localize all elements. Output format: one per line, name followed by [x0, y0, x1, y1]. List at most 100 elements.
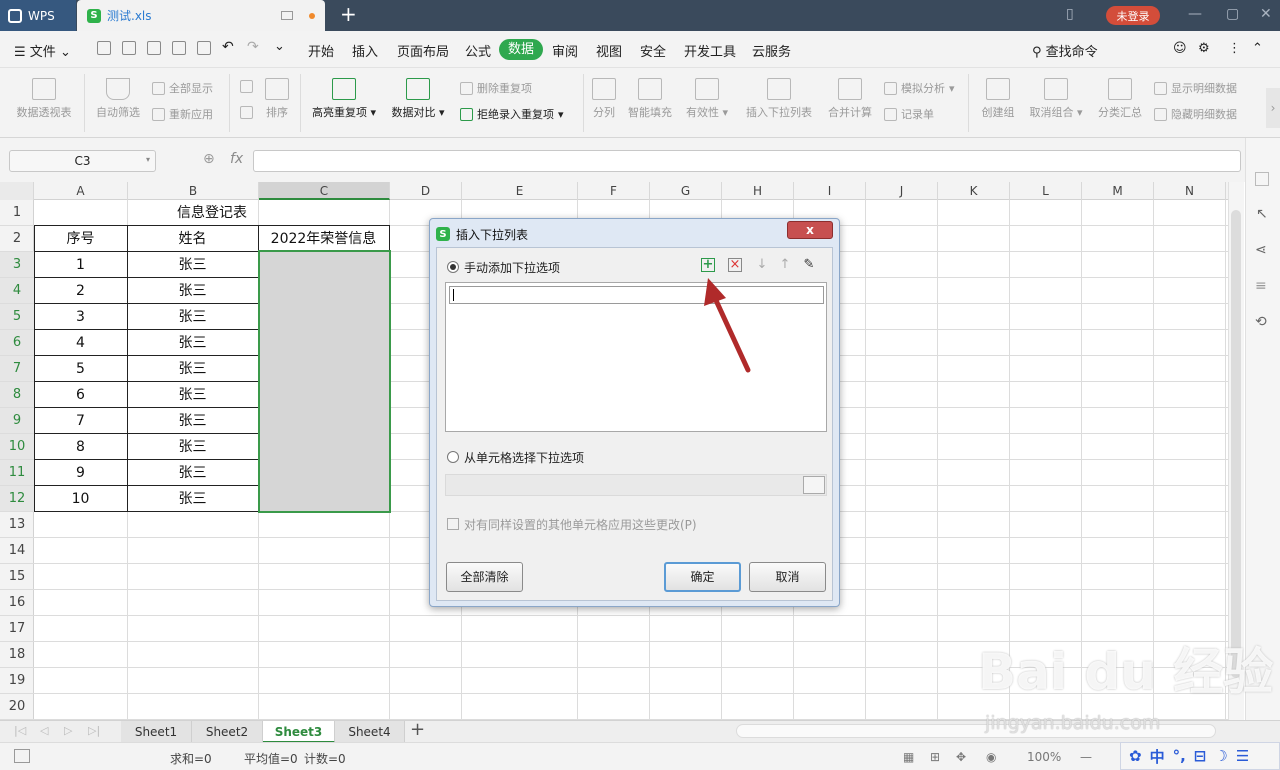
page-break-view-icon[interactable]: ⊞ [930, 750, 940, 764]
header-cell[interactable]: 2022年荣誉信息 [258, 226, 389, 252]
edit-item-icon[interactable]: ✎ [801, 257, 817, 273]
column-header-cell[interactable]: B [128, 182, 259, 200]
row-header-cell[interactable]: 2 [0, 226, 34, 252]
export-pdf-icon[interactable] [147, 41, 161, 55]
smart-fill-button[interactable]: 智能填充 [624, 78, 676, 120]
table-cell[interactable]: 3 [34, 304, 127, 330]
subtotal-button[interactable]: 分类汇总 [1094, 78, 1146, 120]
skin-icon[interactable]: ☰ [1236, 747, 1249, 765]
insert-dropdown-button[interactable]: 插入下拉列表 [740, 78, 818, 120]
table-cell[interactable]: 张三 [127, 278, 258, 304]
freeze-pane-icon[interactable]: ✥ [956, 750, 966, 764]
menu-review[interactable]: 审阅 [552, 41, 578, 60]
sheet-tab-sheet4[interactable]: Sheet4 [335, 721, 405, 743]
manual-option-label[interactable]: 手动添加下拉选项 [464, 259, 560, 276]
format-icon[interactable]: ≡ [1255, 278, 1267, 294]
row-header-cell[interactable]: 4 [0, 278, 34, 304]
table-cell[interactable]: 6 [34, 382, 127, 408]
sheet-tab-sheet1[interactable]: Sheet1 [121, 721, 192, 743]
search-command[interactable]: ⚲ 查找命令 [1032, 41, 1098, 60]
column-header-cell[interactable]: E [462, 182, 578, 200]
normal-view-icon[interactable]: ▦ [903, 750, 914, 764]
clear-all-button[interactable]: 全部清除 [446, 562, 523, 592]
table-cell[interactable]: 9 [34, 460, 127, 486]
highlight-duplicates-button[interactable]: 高亮重复项 ▾ [308, 78, 380, 120]
auto-filter-button[interactable]: 自动筛选 [92, 78, 144, 120]
menu-start[interactable]: 开始 [308, 41, 334, 60]
split-column-button[interactable]: 分列 [590, 78, 618, 120]
row-header-cell[interactable]: 19 [0, 668, 34, 694]
undo-icon[interactable]: ↶ [222, 39, 234, 55]
row-header-cell[interactable]: 13 [0, 512, 34, 538]
row-header-cell[interactable]: 18 [0, 642, 34, 668]
header-cell[interactable]: 序号 [34, 226, 127, 252]
row-header-cell[interactable]: 7 [0, 356, 34, 382]
simulate-analysis-button[interactable]: 模拟分析 ▾ [884, 80, 955, 96]
select-pointer-icon[interactable]: ↖ [1256, 206, 1268, 222]
column-header-cell[interactable]: H [722, 182, 794, 200]
file-menu[interactable]: ☰ 文件 ⌄ [14, 41, 71, 60]
table-cell[interactable]: 10 [34, 486, 127, 512]
window-mode-icon[interactable]: ▯ [1066, 6, 1074, 22]
apply-same-checkbox[interactable] [447, 518, 459, 530]
row-header-cell[interactable]: 6 [0, 330, 34, 356]
row-header-cell[interactable]: 15 [0, 564, 34, 590]
data-compare-button[interactable]: 数据对比 ▾ [388, 78, 448, 120]
remove-duplicates-button[interactable]: 删除重复项 [460, 80, 532, 96]
table-cell[interactable]: 张三 [127, 304, 258, 330]
show-all-button[interactable]: 全部显示 [152, 80, 213, 96]
hide-detail-button[interactable]: 隐藏明细数据 [1154, 106, 1237, 122]
column-header-cell[interactable]: J [866, 182, 938, 200]
cell-option-label[interactable]: 从单元格选择下拉选项 [464, 449, 584, 466]
dialog-close-button[interactable]: x [787, 221, 833, 239]
show-detail-button[interactable]: 显示明细数据 [1154, 80, 1237, 96]
menu-page-layout[interactable]: 页面布局 [397, 41, 449, 60]
table-cell[interactable]: 4 [34, 330, 127, 356]
row-header-cell[interactable]: 3 [0, 252, 34, 278]
first-sheet-icon[interactable]: |◁ [14, 724, 26, 737]
menu-insert[interactable]: 插入 [352, 41, 378, 60]
row-header-cell[interactable]: 8 [0, 382, 34, 408]
redo-icon[interactable]: ↷ [247, 39, 259, 55]
save-icon[interactable] [122, 41, 136, 55]
column-header-cell[interactable]: M [1082, 182, 1154, 200]
row-header-cell[interactable]: 9 [0, 408, 34, 434]
menu-security[interactable]: 安全 [640, 41, 666, 60]
table-cell[interactable]: 张三 [127, 434, 258, 460]
close-window-button[interactable]: ✕ [1260, 6, 1272, 22]
table-cell[interactable]: 张三 [127, 330, 258, 356]
record-form-button[interactable]: 记录单 [884, 106, 934, 122]
menu-formula[interactable]: 公式 [465, 41, 491, 60]
quick-access-more-icon[interactable]: ⌄ [274, 39, 285, 54]
wps-home-tab[interactable]: WPS [0, 0, 76, 31]
cancel-button[interactable]: 取消 [749, 562, 826, 592]
header-cell[interactable]: 姓名 [127, 226, 258, 252]
minimize-button[interactable]: — [1188, 6, 1202, 22]
table-cell[interactable]: 8 [34, 434, 127, 460]
zoom-out-icon[interactable]: — [1080, 750, 1092, 764]
menu-data[interactable]: 数据 [499, 39, 543, 60]
column-header-cell[interactable]: N [1154, 182, 1226, 200]
row-header-cell[interactable]: 12 [0, 486, 34, 512]
column-header-cell[interactable]: L [1010, 182, 1082, 200]
create-group-button[interactable]: 创建组 [976, 78, 1020, 120]
consolidate-button[interactable]: 合并计算 [824, 78, 876, 120]
table-cell[interactable]: 2 [34, 278, 127, 304]
add-sheet-button[interactable]: + [410, 719, 425, 740]
menu-view[interactable]: 视图 [596, 41, 622, 60]
more-icon[interactable]: ⋮ [1228, 41, 1241, 56]
row-header-cell[interactable]: 5 [0, 304, 34, 330]
moon-icon[interactable]: ☽ [1214, 747, 1227, 765]
table-cell[interactable]: 张三 [127, 356, 258, 382]
row-header-cell[interactable]: 11 [0, 460, 34, 486]
print-preview-icon[interactable] [197, 41, 211, 55]
ime-toolbar[interactable]: ✿ 中 °, ⊟ ☽ ☰ [1120, 742, 1280, 770]
reapply-button[interactable]: 重新应用 [152, 106, 213, 122]
style-icon[interactable] [1255, 172, 1269, 186]
login-button[interactable]: 未登录 [1106, 6, 1160, 25]
table-title[interactable]: 信息登记表 [34, 200, 390, 226]
sort-descending-icon[interactable] [240, 106, 253, 119]
maximize-button[interactable]: ▢ [1226, 6, 1239, 22]
table-cell[interactable]: 1 [34, 252, 127, 278]
table-cell[interactable]: 7 [34, 408, 127, 434]
